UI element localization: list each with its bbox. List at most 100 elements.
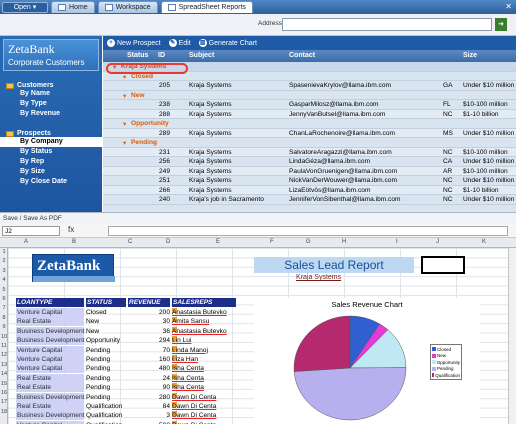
- table-row[interactable]: Real Estate Pending 90 Isha Centa: [16, 383, 248, 393]
- row-header[interactable]: 2: [0, 258, 8, 264]
- address-input[interactable]: [282, 18, 492, 31]
- expand-triangle-icon[interactable]: ▾: [123, 120, 126, 128]
- nav-customers-by-revenue[interactable]: By Revenue: [0, 109, 102, 119]
- cell-status: Closed: [86, 309, 107, 316]
- group-row[interactable]: Pending ▾: [103, 138, 516, 148]
- expand-triangle-icon[interactable]: ▾: [123, 92, 126, 100]
- table-row[interactable]: Business Development Opportunity 294 Lin Lu…: [16, 336, 248, 346]
- col-header-contact[interactable]: Contact: [289, 52, 315, 59]
- col-header-id[interactable]: ID: [158, 52, 165, 59]
- nav-prospects-by-size[interactable]: By Size: [0, 167, 102, 177]
- column-header[interactable]: B: [72, 239, 76, 245]
- cell-status: Opportunity: [86, 337, 121, 345]
- cell-id: 205: [159, 82, 171, 89]
- table-row[interactable]: Venture Capital Pending 70 Linda Manoj: [16, 345, 248, 355]
- table-row[interactable]: 251 Kraja Systems NickVanDerWouwer@llama.i…: [103, 176, 516, 186]
- row-header[interactable]: 5: [0, 287, 8, 293]
- table-row[interactable]: 288 Kraja Systems JennyVanButsel@llama.ibm…: [103, 109, 516, 119]
- col-header-size[interactable]: Size: [463, 52, 477, 59]
- row-header[interactable]: 6: [0, 296, 8, 302]
- tab-workspace[interactable]: Workspace: [97, 1, 158, 13]
- column-header[interactable]: F: [270, 239, 274, 245]
- table-row[interactable]: Real Estate Pending 24 Isha Centa: [16, 373, 248, 383]
- prospects-heading[interactable]: Prospects: [6, 130, 102, 137]
- column-header[interactable]: D: [166, 239, 170, 245]
- cell-status: Pending: [86, 346, 111, 354]
- cell-id: 289: [159, 129, 171, 137]
- table-row[interactable]: 240 Kraja's job in Sacramento JenniferVonS…: [103, 195, 516, 205]
- close-icon[interactable]: ✕: [505, 2, 512, 11]
- col-header-subject[interactable]: Subject: [189, 52, 214, 59]
- legend-label: Qualification: [435, 372, 460, 378]
- selected-cell[interactable]: [421, 256, 465, 274]
- nav-prospects-by-rep[interactable]: By Rep: [0, 157, 102, 167]
- generate-chart-button[interactable]: ▥ Generate Chart: [198, 39, 257, 47]
- salesrep-name: Dawn Di Centa: [172, 412, 217, 420]
- pie-slice-qualification: [293, 315, 351, 372]
- column-header[interactable]: K: [482, 239, 486, 245]
- expand-triangle-icon[interactable]: ▾: [123, 139, 126, 147]
- chart-legend: Closed New Opportunity Pending Qualification: [430, 344, 462, 380]
- table-row[interactable]: Venture Capital Pending 480 Isha Centa: [16, 364, 248, 374]
- table-row[interactable]: Business Development Pending 280 Dawn Di Ce…: [16, 392, 248, 402]
- cell-status: Pending: [86, 384, 111, 392]
- row-header[interactable]: 3: [0, 268, 8, 274]
- cell-subject: Kraja's job in Sacramento: [189, 196, 264, 203]
- nav-prospects-by-status[interactable]: By Status: [0, 147, 102, 157]
- group-row[interactable]: New ▾: [103, 91, 516, 100]
- col-header-status[interactable]: Status: [127, 52, 148, 59]
- table-row[interactable]: 256 Kraja Systems LindaGéza@llama.ibm.com C…: [103, 157, 516, 167]
- legend-label: Closed: [437, 346, 452, 352]
- customers-heading[interactable]: Customers: [6, 82, 102, 89]
- salesrep-name: Isha Centa: [172, 365, 204, 373]
- legend-swatch: [432, 353, 436, 358]
- cell-subject: Kraja Systems: [189, 177, 232, 184]
- table-row[interactable]: Business Development New 36 Anastasia Butev…: [16, 326, 248, 336]
- table-row[interactable]: 205 Kraja Systems SpasenievaKrylov@llama.i…: [103, 81, 516, 91]
- column-header[interactable]: G: [306, 239, 311, 245]
- group-row[interactable]: Opportunity ▾: [103, 119, 516, 129]
- table-row[interactable]: Business Development Qualification 3 Dawn D…: [16, 411, 248, 421]
- column-header[interactable]: J: [436, 239, 439, 245]
- column-header[interactable]: E: [216, 239, 220, 245]
- row-header[interactable]: 4: [0, 277, 8, 283]
- nav-customers-by-name[interactable]: By Name: [0, 89, 102, 99]
- cell-state: CA: [443, 158, 453, 165]
- cell-loantype: Real Estate: [16, 373, 84, 383]
- column-header[interactable]: A: [24, 239, 28, 245]
- table-row[interactable]: 266 Kraja Systems LizaEötvös@llama.ibm.com…: [103, 185, 516, 195]
- cell-subject: Kraja Systems: [189, 167, 232, 175]
- table-row[interactable]: 231 Kraja Systems SalvatoreAragazzi@llama.…: [103, 147, 516, 157]
- cell-subject: Kraja Systems: [189, 186, 232, 194]
- table-row[interactable]: 238 Kraja Systems GasparMilosz@llama.ibm.c…: [103, 100, 516, 110]
- tab-home[interactable]: Home: [51, 1, 95, 13]
- row-header[interactable]: 1: [0, 249, 8, 255]
- table-row[interactable]: Real Estate New 30 Amita Sansu: [16, 317, 248, 327]
- table-row[interactable]: 249 Kraja Systems PaulaVonGruenigen@llama.…: [103, 166, 516, 176]
- nav-customers-by-type[interactable]: By Type: [0, 99, 102, 109]
- edit-button[interactable]: ✎ Edit: [168, 39, 191, 47]
- cell-name-box[interactable]: J2: [2, 226, 60, 236]
- column-header[interactable]: C: [128, 239, 132, 245]
- chart-icon: ▥: [198, 39, 207, 47]
- nav-prospects-by-company[interactable]: By Company: [0, 137, 102, 147]
- cell-loantype: Venture Capital: [16, 364, 84, 374]
- table-header-status: STATUS: [86, 298, 126, 307]
- vertical-scrollbar[interactable]: [508, 248, 516, 424]
- tab-spreadsheet-reports[interactable]: SpreadSheet Reports: [160, 1, 253, 13]
- table-row[interactable]: Venture Capital Pending 160 Liza Han: [16, 355, 248, 364]
- save-as-pdf-bar[interactable]: Save / Save As PDF: [0, 212, 516, 224]
- column-header[interactable]: H: [342, 239, 346, 245]
- table-row[interactable]: Venture Capital Closed 200 Anastasia Butevk…: [16, 308, 248, 317]
- nav-prospects-by-close-date[interactable]: By Close Date: [0, 177, 102, 187]
- new-prospect-button[interactable]: + New Prospect: [107, 39, 161, 47]
- open-menu-button[interactable]: Open ▾: [2, 1, 48, 13]
- pie-slice-pending: [293, 367, 407, 421]
- workspace-icon: [104, 4, 113, 11]
- table-row[interactable]: 289 Kraja Systems ChanLaRochenoire@llama.i…: [103, 128, 516, 138]
- cell-id: 238: [159, 101, 171, 108]
- column-header[interactable]: I: [396, 239, 398, 245]
- go-arrow-icon[interactable]: ➜: [495, 18, 507, 31]
- table-row[interactable]: Real Estate Qualification 84 Dawn Di Centa: [16, 402, 248, 411]
- formula-input[interactable]: [108, 226, 508, 236]
